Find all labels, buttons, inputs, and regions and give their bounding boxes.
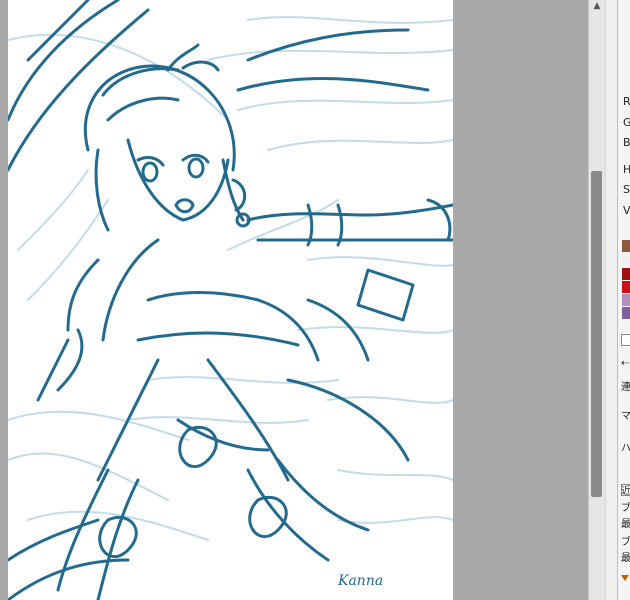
artist-signature: Kanna: [337, 573, 383, 589]
panel-text: マ: [621, 411, 630, 422]
color-swatch[interactable]: [622, 307, 630, 319]
blue-label: B: [623, 136, 630, 149]
panel-text: ブ: [621, 503, 630, 514]
value-label: V: [623, 204, 630, 217]
panel-text: 近: [621, 486, 630, 497]
scrollbar-thumb[interactable]: [591, 171, 602, 497]
color-panel: R G B H S V ⇠ 連 マ ハ 近 ブ 最 ブ 最: [617, 0, 630, 600]
panel-text: ブ: [621, 537, 630, 548]
panel-divider[interactable]: [605, 0, 617, 600]
canvas-vertical-scrollbar[interactable]: ▲: [588, 0, 605, 600]
panel-text: 最: [621, 553, 630, 564]
sketch-artwork: Kanna: [8, 0, 453, 600]
panel-text: ハ: [621, 443, 630, 454]
color-swatch[interactable]: [622, 240, 630, 252]
saturation-label: S: [623, 183, 630, 196]
green-label: G: [623, 117, 630, 129]
drawing-canvas[interactable]: Kanna: [8, 0, 453, 600]
color-swatch[interactable]: [622, 294, 630, 306]
color-swatch[interactable]: [622, 253, 630, 265]
canvas-area[interactable]: Kanna: [0, 0, 588, 600]
red-label: R: [623, 95, 630, 108]
expand-triangle-icon[interactable]: [621, 575, 629, 581]
color-swatch[interactable]: [622, 268, 630, 280]
hue-label: H: [623, 164, 630, 176]
panel-text: 連: [621, 382, 630, 393]
color-swatch[interactable]: [622, 281, 630, 293]
scroll-up-arrow-icon[interactable]: ▲: [591, 0, 603, 12]
move-arrow-icon[interactable]: ⇠: [621, 358, 629, 370]
selection-checkbox[interactable]: [621, 334, 630, 346]
panel-text: 最: [621, 519, 630, 530]
